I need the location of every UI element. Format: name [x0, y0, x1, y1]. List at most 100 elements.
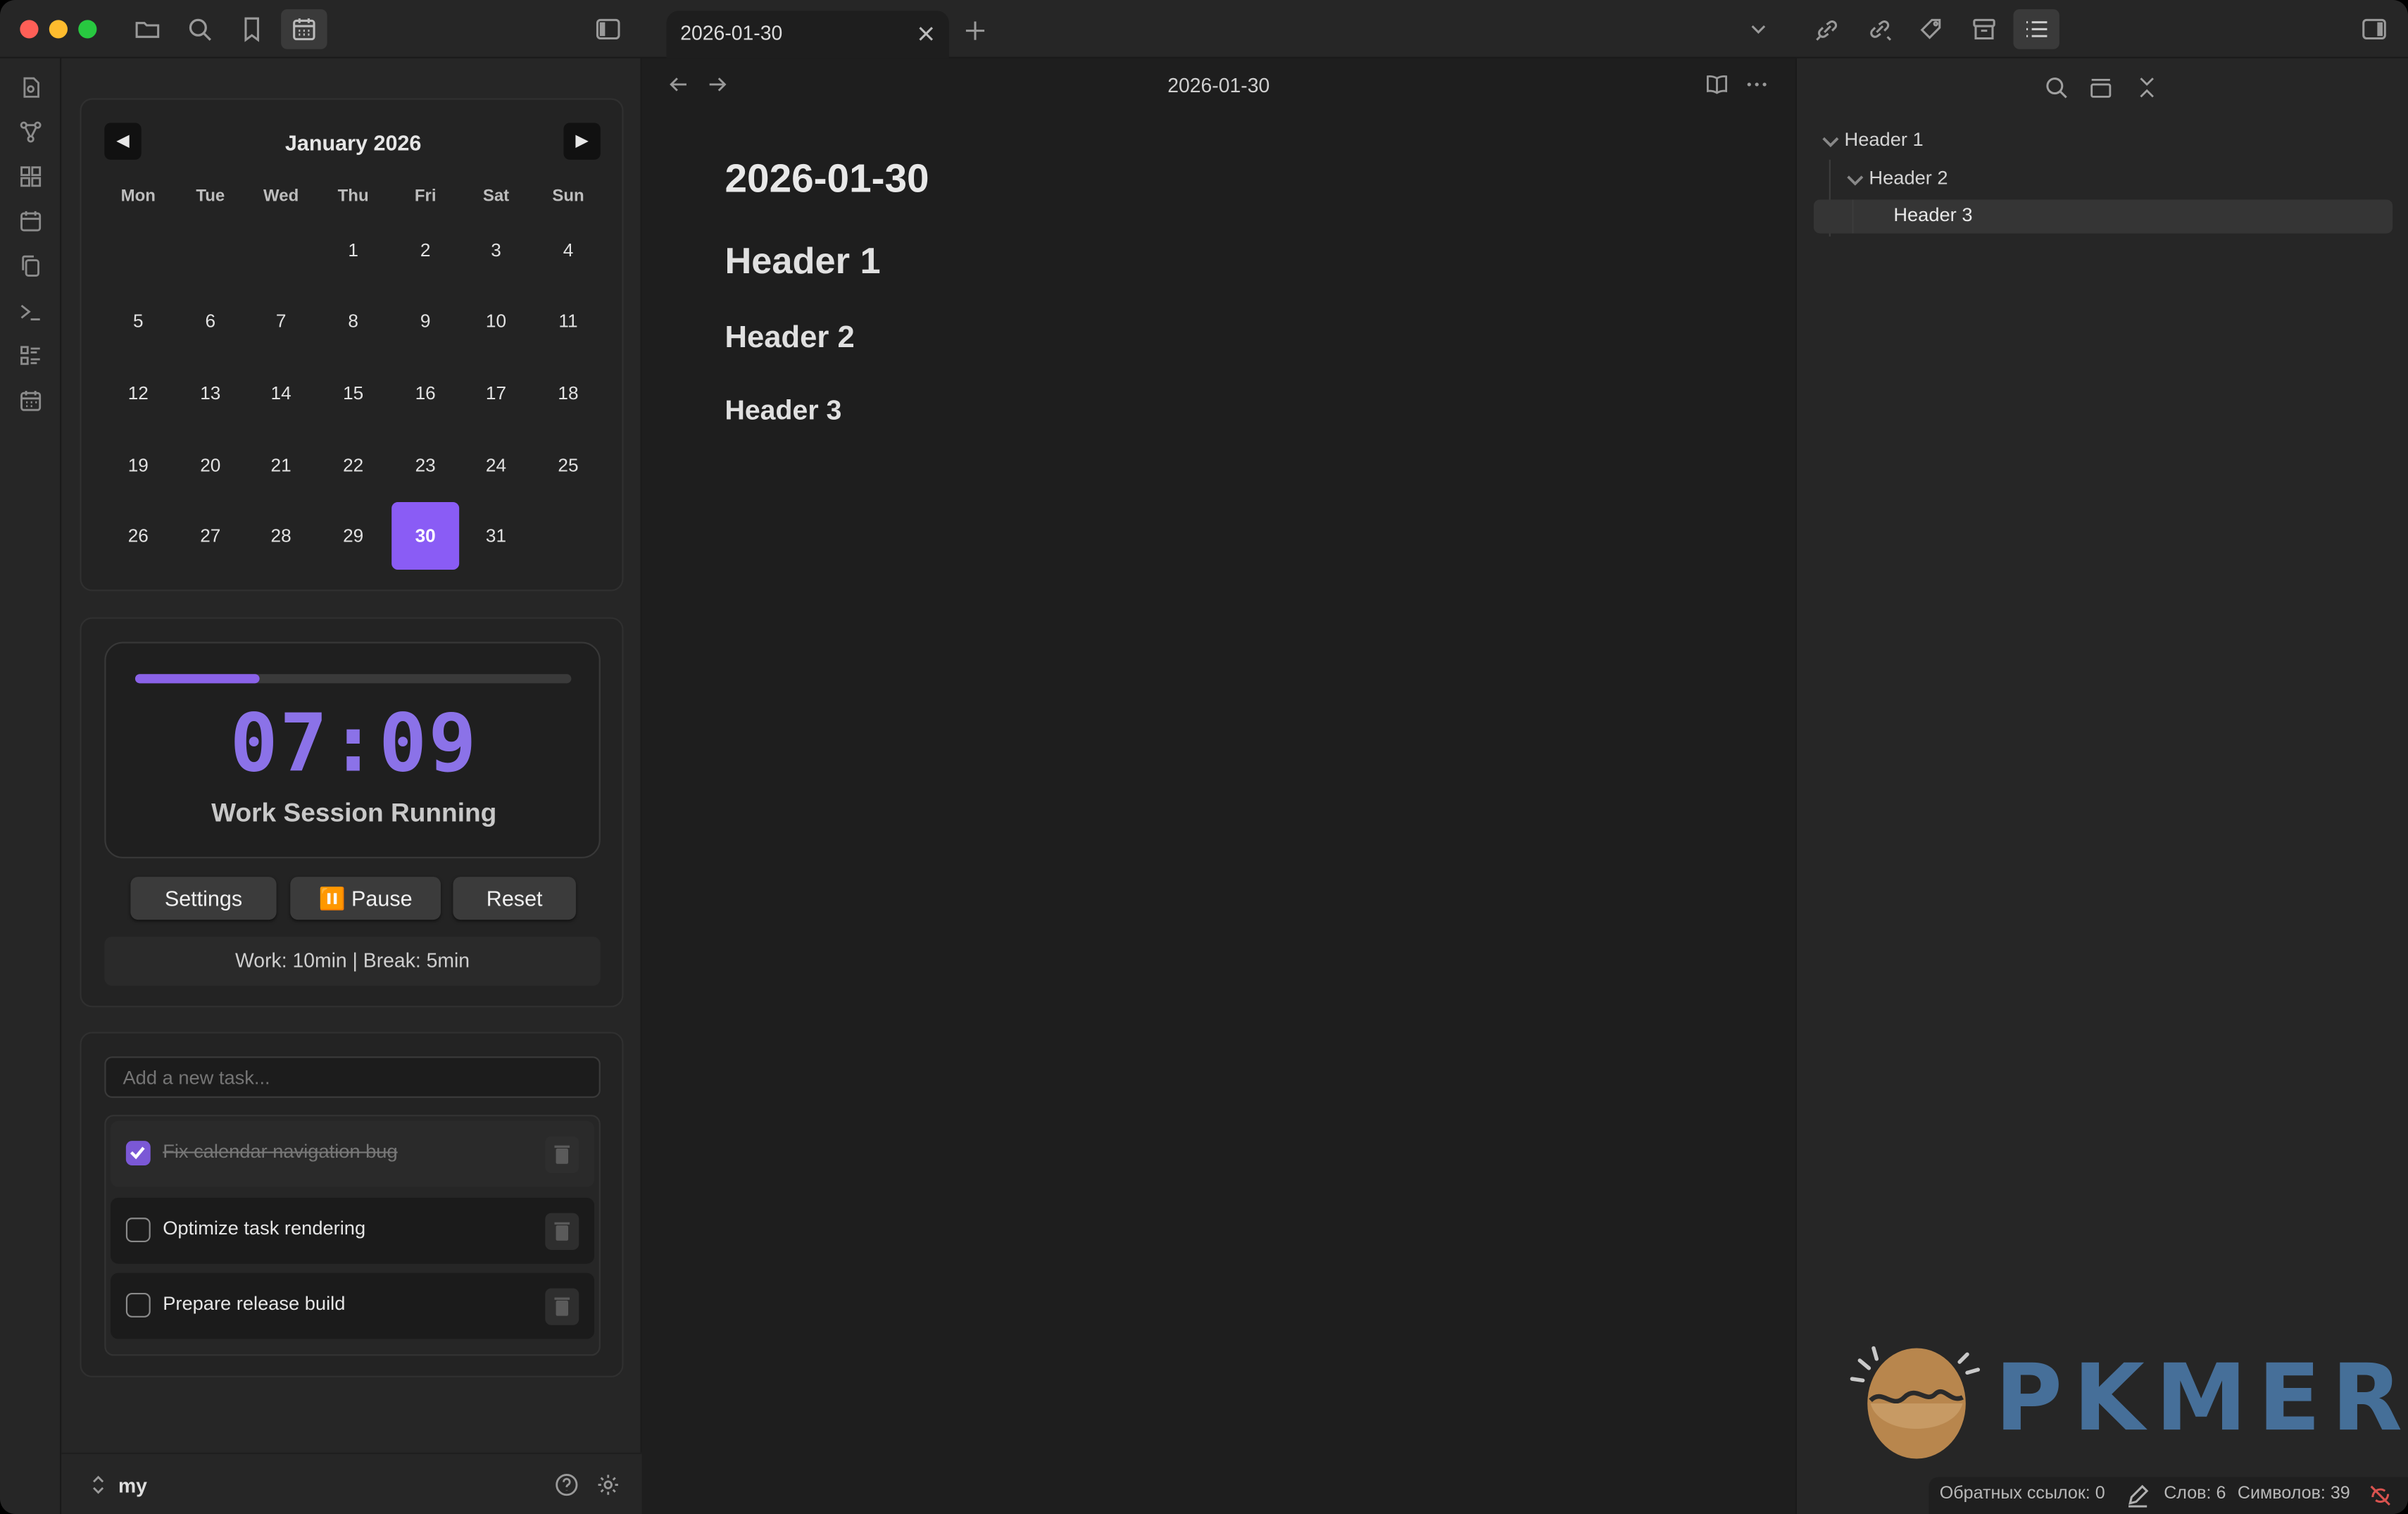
right-sidebar-toggle-icon[interactable]: [2360, 15, 2388, 43]
task-text[interactable]: Optimize task rendering: [163, 1217, 365, 1239]
calendar-day[interactable]: 15: [320, 359, 387, 427]
outline-item-header-2[interactable]: Header 2: [1869, 168, 1948, 189]
collapse-window-icon[interactable]: [2088, 75, 2113, 100]
pencil-icon[interactable]: [2126, 1483, 2149, 1508]
heading-2[interactable]: Header 2: [725, 321, 854, 356]
calendar-day[interactable]: 28: [247, 502, 315, 570]
file-icon[interactable]: [18, 75, 43, 100]
more-options-icon[interactable]: [1745, 72, 1769, 96]
task-text[interactable]: Fix calendar navigation bug: [163, 1141, 397, 1163]
tab-2026-01-30[interactable]: 2026-01-30: [666, 11, 949, 58]
pause-button[interactable]: ⏸️ Pause: [290, 877, 441, 920]
task-list: Fix calendar navigation bug Optimize task…: [104, 1115, 601, 1356]
collapse-all-icon[interactable]: [2135, 75, 2159, 100]
calendar-day[interactable]: 27: [177, 502, 244, 570]
vault-name[interactable]: my: [118, 1474, 147, 1497]
new-task-input[interactable]: [104, 1056, 601, 1099]
task-checkbox[interactable]: [125, 1293, 151, 1318]
outgoing-link-icon[interactable]: [1866, 15, 1893, 43]
search-icon[interactable]: [2044, 75, 2069, 100]
trash-icon[interactable]: [545, 1136, 579, 1173]
note-title-bar[interactable]: 2026-01-30: [644, 74, 1794, 97]
backlinks-count[interactable]: Обратных ссылок: 0: [1940, 1485, 2105, 1503]
vault-bar: my: [61, 1452, 642, 1514]
calendar-icon[interactable]: [281, 9, 327, 49]
calendar-day[interactable]: 10: [463, 287, 530, 355]
calendar-day[interactable]: 17: [463, 359, 530, 427]
help-icon[interactable]: [554, 1472, 579, 1497]
calendar-day[interactable]: 22: [320, 432, 387, 499]
editor-pane[interactable]: 2026-01-30 2026-01-30 Header 1 Header 2 …: [643, 58, 1794, 1514]
calendar-day[interactable]: 8: [320, 287, 387, 355]
trash-icon[interactable]: [545, 1288, 579, 1325]
calendar-day[interactable]: 5: [104, 287, 172, 355]
archive-icon[interactable]: [1970, 15, 1998, 43]
weekday-sun: Sun: [552, 187, 584, 206]
chevron-down-icon[interactable]: [1843, 168, 1864, 186]
calendar-grid-icon[interactable]: [18, 389, 43, 413]
new-tab-icon[interactable]: [961, 17, 989, 44]
trash-icon[interactable]: [545, 1212, 579, 1249]
weekday-thu: Thu: [337, 187, 369, 206]
calendar-day[interactable]: 13: [177, 359, 244, 427]
calendar-day[interactable]: 6: [177, 287, 244, 355]
backlink-icon[interactable]: [1814, 15, 1841, 43]
tag-icon[interactable]: [1918, 15, 1945, 43]
bookmark-icon[interactable]: [238, 15, 265, 43]
heading-3[interactable]: Header 3: [725, 394, 841, 427]
copy-icon[interactable]: [18, 254, 43, 278]
calendar-day[interactable]: 25: [534, 432, 602, 499]
pomodoro-widget: 07:09 Work Session Running Settings ⏸️ P…: [80, 617, 624, 1008]
outline-icon[interactable]: [2013, 9, 2059, 49]
task-checkbox[interactable]: [125, 1217, 151, 1241]
calendar-day[interactable]: 23: [391, 432, 459, 499]
dashboard-icon[interactable]: [18, 164, 43, 189]
folder-icon[interactable]: [134, 15, 161, 43]
calendar-day[interactable]: 16: [391, 359, 459, 427]
settings-button[interactable]: Settings: [130, 877, 277, 920]
zoom-window-button[interactable]: [78, 20, 97, 39]
calendar-day[interactable]: 12: [104, 359, 172, 427]
graph-icon[interactable]: [18, 120, 43, 144]
calendar-day[interactable]: 24: [463, 432, 530, 499]
chevron-down-icon[interactable]: [1818, 129, 1839, 148]
calendar-day[interactable]: 29: [320, 502, 387, 570]
minimize-window-button[interactable]: [49, 20, 68, 39]
calendar-day-today[interactable]: 30: [391, 502, 460, 570]
calendar-day[interactable]: 19: [104, 432, 172, 499]
search-icon[interactable]: [186, 15, 213, 43]
terminal-icon[interactable]: [18, 299, 43, 324]
sync-off-icon[interactable]: [2368, 1483, 2390, 1506]
chevron-down-icon[interactable]: [1745, 15, 1772, 43]
calendar-day[interactable]: 2: [391, 216, 459, 284]
outline-item-header-1[interactable]: Header 1: [1845, 129, 1924, 151]
pkmer-logo-icon: [1850, 1346, 1981, 1459]
calendar-day[interactable]: 18: [534, 359, 602, 427]
task-text[interactable]: Prepare release build: [163, 1293, 345, 1315]
close-icon[interactable]: [915, 23, 937, 45]
calendar-day[interactable]: 31: [463, 502, 530, 570]
calendar-day[interactable]: 21: [247, 432, 315, 499]
calendar-day[interactable]: 4: [534, 216, 602, 284]
calendar-day[interactable]: 9: [391, 287, 459, 355]
chevron-updown-icon[interactable]: [86, 1472, 111, 1497]
reading-view-icon[interactable]: [1705, 72, 1729, 96]
calendar-day[interactable]: 14: [247, 359, 315, 427]
outline-item-header-3[interactable]: Header 3: [1893, 204, 1972, 226]
close-window-button[interactable]: [20, 20, 39, 39]
calendar-day[interactable]: 20: [177, 432, 244, 499]
left-sidebar-toggle-icon[interactable]: [594, 15, 622, 43]
calendar-day[interactable]: 26: [104, 502, 172, 570]
calendar-day[interactable]: 3: [463, 216, 530, 284]
task-list-icon[interactable]: [18, 344, 43, 368]
next-month-button[interactable]: ▶: [563, 123, 601, 160]
calendar-day[interactable]: 1: [320, 216, 387, 284]
gear-icon[interactable]: [596, 1472, 620, 1497]
calendar-day[interactable]: 11: [534, 287, 602, 355]
heading-1[interactable]: Header 1: [725, 241, 880, 284]
calendar-icon[interactable]: [18, 209, 43, 234]
task-checkbox[interactable]: [125, 1141, 151, 1166]
inline-title[interactable]: 2026-01-30: [725, 155, 929, 203]
reset-button[interactable]: Reset: [453, 877, 576, 920]
calendar-day[interactable]: 7: [247, 287, 315, 355]
